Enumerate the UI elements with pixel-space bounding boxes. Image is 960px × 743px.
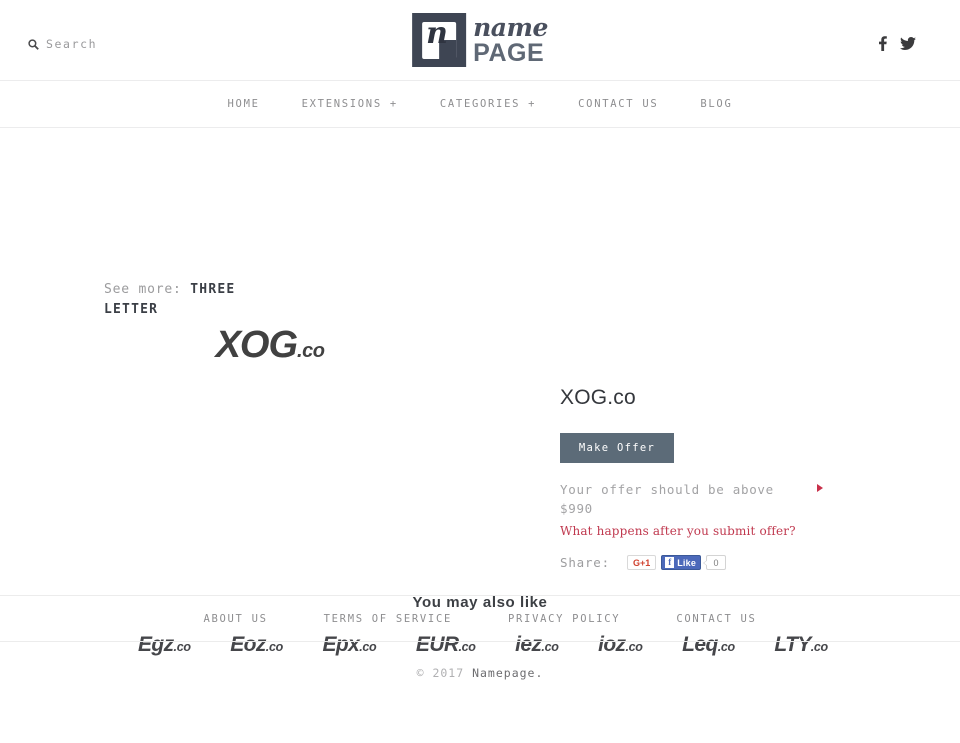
main-content: See more: THREE LETTER XOG.co XOG.co Mak…: [0, 128, 960, 656]
facebook-f-icon: f: [665, 557, 675, 568]
logo-page-word: PAGE: [473, 38, 545, 67]
make-offer-button[interactable]: Make Offer: [560, 433, 674, 463]
domain-artwork-name: XOG: [215, 324, 298, 366]
facebook-icon[interactable]: [878, 36, 887, 51]
breadcrumb: See more: THREE LETTER: [104, 280, 274, 320]
related-domain-tld: .co: [265, 640, 283, 654]
related-domain-tld: .co: [810, 640, 828, 654]
footer-link-privacy-policy[interactable]: PRIVACY POLICY: [480, 613, 648, 625]
nav-item-contact-us[interactable]: CONTACT US: [557, 98, 679, 110]
share-row: Share: G+1 f Like 0: [560, 555, 850, 570]
copyright-year: © 2017: [416, 666, 465, 680]
nav-item-blog[interactable]: BLOG: [679, 98, 753, 110]
related-domain-tld: .co: [625, 640, 643, 654]
logo-text: name PAGE: [473, 15, 548, 66]
nav-item-categories[interactable]: CATEGORIES +: [419, 98, 557, 110]
footer-navigation: ABOUT US TERMS OF SERVICE PRIVACY POLICY…: [0, 595, 960, 642]
footer-link-about-us[interactable]: ABOUT US: [175, 613, 295, 625]
facebook-like-button[interactable]: f Like: [661, 555, 702, 570]
related-domain-tld: .co: [458, 640, 476, 654]
search-icon: [28, 38, 39, 50]
site-header: Search n name PAGE: [0, 0, 960, 81]
share-label: Share:: [560, 555, 610, 570]
nav-item-extensions[interactable]: EXTENSIONS +: [281, 98, 419, 110]
related-domain-tld: .co: [541, 640, 559, 654]
facebook-like-widget[interactable]: f Like 0: [661, 555, 727, 570]
copyright-name: Namepage.: [472, 666, 544, 680]
footer-link-contact-us[interactable]: CONTACT US: [648, 613, 784, 625]
arrow-right-icon: [817, 484, 823, 492]
minimum-offer-note: Your offer should be above $990: [560, 480, 823, 518]
search-label: Search: [46, 37, 98, 51]
domain-artwork: XOG.co: [0, 324, 540, 367]
nav-item-home[interactable]: HOME: [207, 98, 281, 110]
logo-mark-letter: n: [426, 16, 448, 51]
share-buttons: G+1 f Like 0: [626, 555, 727, 570]
footer-link-terms-of-service[interactable]: TERMS OF SERVICE: [296, 613, 480, 625]
breadcrumb-prefix: See more:: [104, 282, 182, 297]
twitter-icon[interactable]: [900, 37, 916, 50]
related-domain-tld: .co: [717, 640, 735, 654]
minimum-offer-text: Your offer should be above $990: [560, 482, 774, 516]
main-navigation: HOME EXTENSIONS + CATEGORIES + CONTACT U…: [0, 81, 960, 128]
facebook-like-label: Like: [677, 557, 697, 568]
related-domain-tld: .co: [359, 640, 377, 654]
copyright: © 2017 Namepage.: [0, 666, 960, 680]
related-domain-tld: .co: [173, 640, 191, 654]
social-links: [878, 36, 916, 51]
google-plus-one-button[interactable]: G+1: [626, 555, 657, 570]
offer-help-link[interactable]: What happens after you submit offer?: [560, 524, 850, 538]
logo-name-word: name: [473, 12, 548, 42]
offer-panel: XOG.co Make Offer Your offer should be a…: [560, 386, 850, 570]
facebook-like-count: 0: [703, 555, 727, 570]
search-button[interactable]: Search: [28, 37, 97, 51]
logo-mark-icon: n: [412, 13, 467, 67]
site-logo[interactable]: n name PAGE: [412, 13, 548, 67]
domain-artwork-tld: .co: [297, 340, 325, 362]
page-title: XOG.co: [560, 386, 636, 409]
